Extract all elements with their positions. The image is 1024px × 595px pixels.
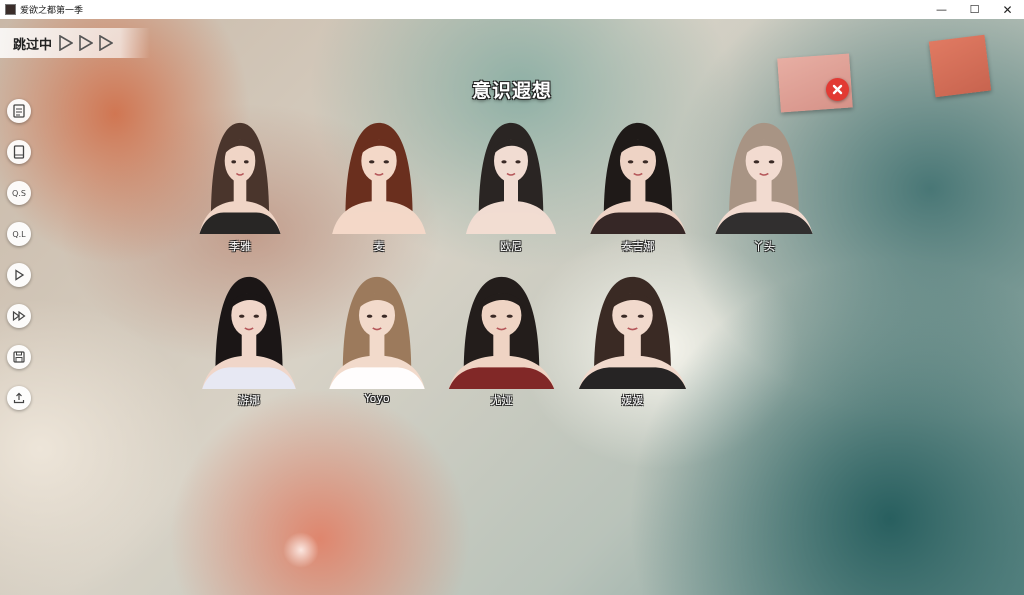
app-icon bbox=[5, 4, 16, 15]
character-portrait bbox=[195, 117, 285, 234]
light-spot bbox=[283, 532, 319, 568]
character-portrait bbox=[573, 271, 692, 389]
character-portrait bbox=[197, 271, 301, 389]
character-portrait bbox=[327, 117, 431, 234]
save-button[interactable] bbox=[7, 345, 31, 369]
page-title: 意识遐想 bbox=[471, 80, 552, 102]
character-name: 媛媛 bbox=[621, 394, 644, 407]
auto-play-button[interactable] bbox=[7, 263, 31, 287]
character-name: 丫头 bbox=[753, 240, 775, 253]
character-card[interactable]: 泰吉娜 bbox=[585, 117, 691, 254]
skip-arrow-icon bbox=[99, 35, 114, 51]
play-icon bbox=[15, 269, 25, 281]
book-icon bbox=[13, 145, 25, 159]
character-card[interactable]: 欧尼 bbox=[461, 117, 561, 254]
character-card[interactable]: 麦 bbox=[327, 117, 431, 254]
minimize-button[interactable]: — bbox=[925, 0, 958, 19]
character-name: 季雅 bbox=[229, 240, 251, 253]
fast-forward-icon bbox=[12, 310, 26, 322]
skip-arrow-icon bbox=[59, 35, 74, 51]
maximize-button[interactable]: ☐ bbox=[958, 0, 991, 19]
character-name: 尤娅 bbox=[490, 394, 513, 407]
close-button[interactable] bbox=[826, 78, 849, 101]
character-portrait bbox=[461, 117, 561, 234]
skip-indicator[interactable]: 跳过中 bbox=[0, 28, 150, 58]
game-stage: 跳过中 Q.S Q.L 意识遐想 季雅 麦 欧尼 泰吉娜 丫头 游娜 Yoyo … bbox=[0, 19, 1024, 595]
close-icon bbox=[832, 84, 843, 95]
quick-load-button[interactable]: Q.L bbox=[7, 222, 31, 246]
skip-label: 跳过中 bbox=[13, 37, 53, 53]
quick-load-label: Q.L bbox=[12, 229, 26, 239]
character-card[interactable]: Yoyo bbox=[324, 271, 430, 408]
character-name: 麦 bbox=[373, 240, 385, 253]
window-title: 爱欲之都第一季 bbox=[20, 6, 84, 16]
character-name: 欧尼 bbox=[500, 240, 522, 253]
floppy-disk-icon bbox=[13, 351, 25, 363]
quick-save-button[interactable]: Q.S bbox=[7, 181, 31, 205]
character-name: 游娜 bbox=[238, 394, 260, 407]
character-card[interactable]: 媛媛 bbox=[573, 271, 692, 408]
document-icon bbox=[13, 104, 25, 118]
fast-forward-button[interactable] bbox=[7, 304, 31, 328]
window-close-button[interactable]: ✕ bbox=[991, 0, 1024, 19]
sticky-note-decoration bbox=[928, 34, 992, 98]
character-portrait bbox=[710, 117, 818, 234]
gallery-button[interactable] bbox=[7, 140, 31, 164]
skip-arrow-icon bbox=[79, 35, 94, 51]
quick-save-label: Q.S bbox=[12, 188, 26, 198]
character-card[interactable]: 丫头 bbox=[710, 117, 818, 254]
character-name: 泰吉娜 bbox=[621, 240, 655, 253]
character-card[interactable]: 尤娅 bbox=[443, 271, 560, 408]
character-portrait bbox=[324, 271, 430, 389]
upload-icon bbox=[13, 392, 25, 404]
character-portrait bbox=[443, 271, 560, 389]
character-card[interactable]: 季雅 bbox=[195, 117, 285, 254]
window-titlebar: 爱欲之都第一季 — ☐ ✕ bbox=[0, 0, 1024, 20]
export-button[interactable] bbox=[7, 386, 31, 410]
character-card[interactable]: 游娜 bbox=[197, 271, 301, 408]
character-name: Yoyo bbox=[364, 392, 390, 405]
character-portrait bbox=[585, 117, 691, 234]
